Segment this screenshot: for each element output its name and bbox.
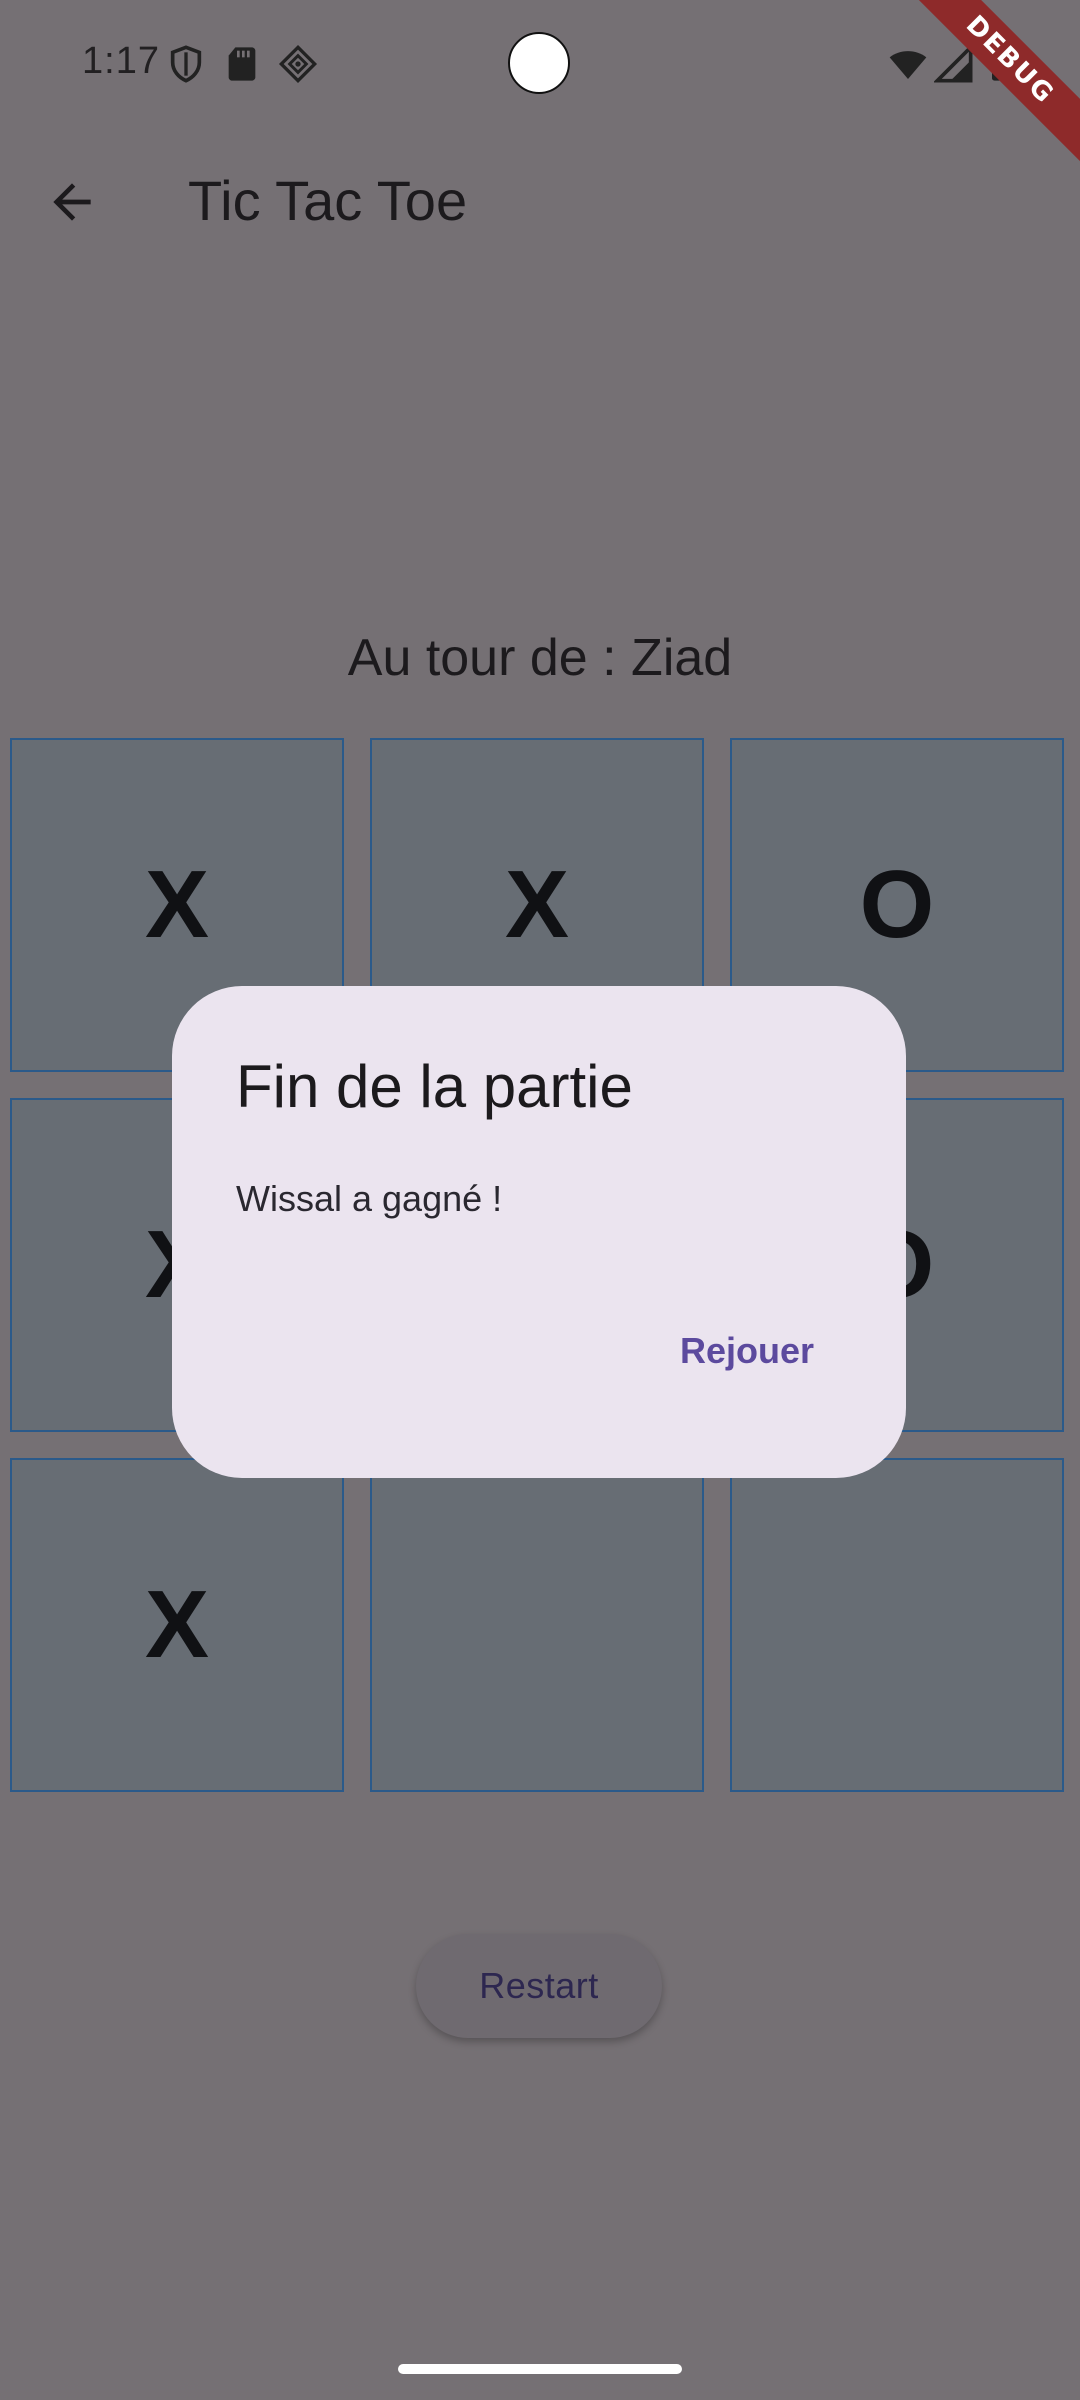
back-button[interactable] [36,166,108,238]
status-bar: 1:17 DEBUG [0,0,1080,182]
board-cell-2-1[interactable] [370,1458,704,1792]
home-indicator[interactable] [398,2364,682,2374]
dialog-title: Fin de la partie [236,1053,633,1120]
wifi-icon [888,44,928,84]
status-time: 1:17 [82,40,160,82]
camera-cutout [508,32,570,94]
shield-icon [166,44,206,84]
board-cell-2-0[interactable]: X [10,1458,344,1792]
board-cell-2-2[interactable] [730,1458,1064,1792]
app-bar: Tic Tac Toe [0,130,1080,270]
page-title: Tic Tac Toe [188,169,468,232]
turn-indicator: Au tour de : Ziad [347,629,733,687]
replay-button[interactable]: Rejouer [680,1330,814,1372]
sd-card-icon [222,44,262,84]
vpn-diamond-icon [278,44,318,84]
arrow-back-icon [53,183,91,221]
restart-button[interactable]: Restart [416,1934,662,2038]
game-over-dialog: Fin de la partie Wissal a gagné ! Rejoue… [172,986,906,1478]
dialog-message: Wissal a gagné ! [236,1178,503,1219]
